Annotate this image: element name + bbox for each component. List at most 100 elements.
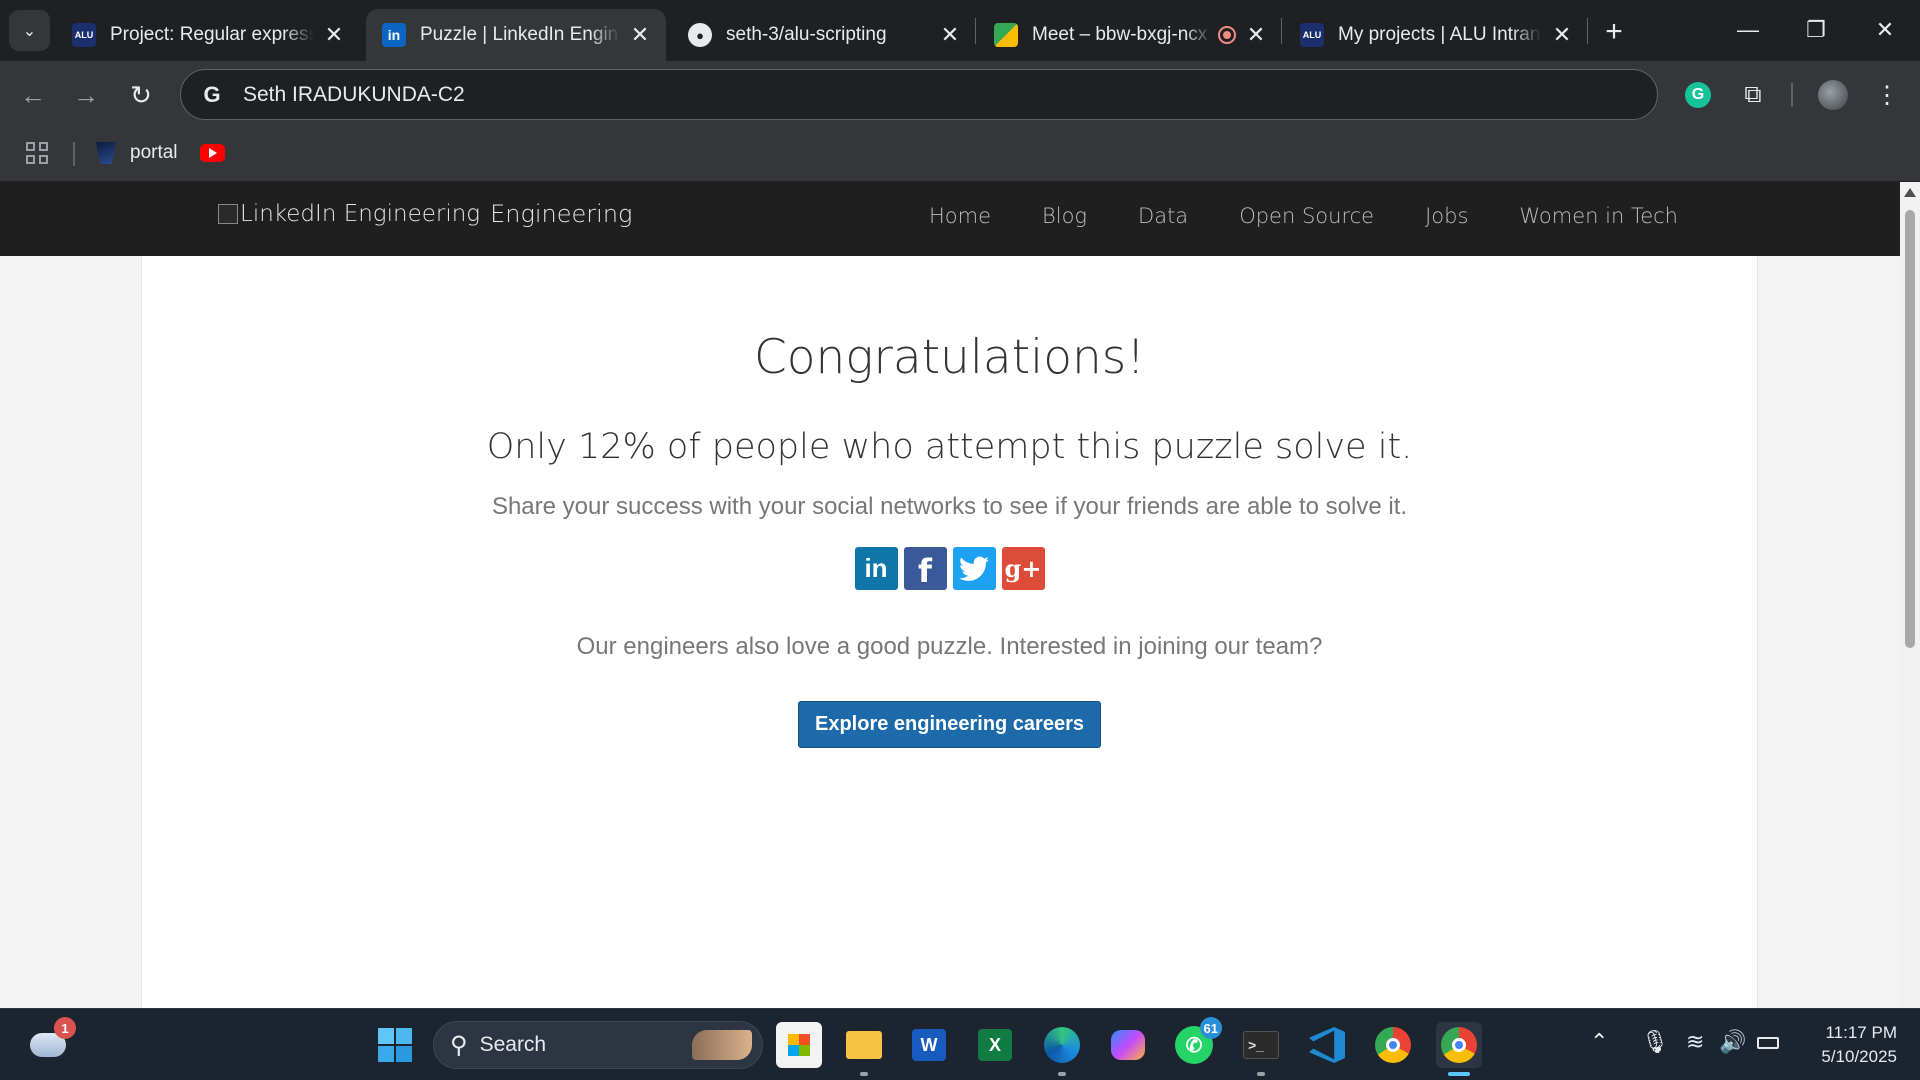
nav-link-home[interactable]: Home [929, 204, 991, 228]
chrome-profile-app-active[interactable] [1436, 1022, 1482, 1076]
scrollbar-thumb[interactable] [1905, 210, 1915, 648]
network-indicator[interactable]: ≋ [1686, 1029, 1704, 1055]
nav-link-open-source[interactable]: Open Source [1239, 204, 1374, 228]
close-tab-icon[interactable]: ✕ [628, 22, 652, 47]
nav-link-data[interactable]: Data [1138, 204, 1188, 228]
chrome-icon [1375, 1027, 1411, 1063]
excel-app[interactable]: X [972, 1022, 1018, 1068]
weather-widget[interactable]: 1 [25, 1017, 76, 1068]
wifi-icon: ≋ [1686, 1029, 1705, 1054]
alu-logo-icon: ALU [1300, 23, 1324, 47]
menu-button[interactable]: ⋮ [1868, 76, 1906, 114]
tab-separator [1587, 18, 1588, 44]
browser-toolbar: ← → ↻ G Seth IRADUKUNDA-C2 G ⧉ ⋮ [0, 61, 1920, 128]
linkedin-share-icon[interactable]: in [854, 547, 898, 590]
chrome-app[interactable] [1370, 1022, 1416, 1068]
volume-indicator[interactable]: 🔊 [1719, 1029, 1746, 1055]
edge-app[interactable] [1039, 1022, 1085, 1076]
puzzle-piece-icon: ⧉ [1744, 81, 1762, 108]
copilot-app[interactable] [1105, 1022, 1151, 1068]
grammarly-extension-button[interactable]: G [1679, 76, 1717, 114]
page-title: Congratulations! [753, 330, 1146, 385]
word-app[interactable]: W [906, 1022, 952, 1068]
close-tab-icon[interactable]: ✕ [1550, 22, 1574, 47]
microphone-icon: 🎙 [1641, 1029, 1669, 1054]
windows-taskbar: 1 ⚲ Search W X ✆ 61 >_ ⌃ 🎙 ≋ 🔊 11:17 PM … [0, 1008, 1920, 1080]
toolbar-divider [1791, 83, 1793, 107]
tab-separator [975, 18, 976, 44]
tab-linkedin-puzzle[interactable]: in Puzzle | LinkedIn Enginee ✕ [366, 9, 666, 61]
bookmark-portal[interactable]: portal [96, 138, 178, 168]
tab-search-button[interactable]: ⌄ [9, 10, 50, 51]
site-navbar: LinkedIn Engineering Engineering Home Bl… [0, 182, 1900, 256]
file-explorer-app[interactable] [841, 1022, 887, 1076]
reload-icon: ↻ [130, 79, 152, 110]
tab-title: Meet – bbw-bxgj-ncx [1032, 24, 1208, 45]
forward-button[interactable]: → [67, 76, 105, 114]
system-clock[interactable]: 11:17 PM 5/10/2025 [1821, 1021, 1897, 1069]
back-button[interactable]: ← [14, 76, 52, 114]
clock-time: 11:17 PM [1825, 1023, 1897, 1042]
facebook-share-icon[interactable]: f [903, 547, 947, 590]
tab-title: Puzzle | LinkedIn Enginee [420, 24, 620, 45]
tab-regex-project[interactable]: ALU Project: Regular expressio ✕ [56, 9, 360, 61]
logo-suffix: Engineering [490, 200, 633, 228]
whatsapp-app[interactable]: ✆ 61 [1171, 1017, 1222, 1068]
linkedin-icon: in [382, 23, 406, 47]
page-scrollbar[interactable] [1900, 182, 1920, 1008]
search-highlight-bird-icon [692, 1030, 752, 1060]
battery-indicator[interactable] [1757, 1029, 1779, 1055]
copilot-icon [1111, 1030, 1145, 1060]
profile-button[interactable] [1814, 76, 1852, 114]
close-window-button[interactable]: ✕ [1855, 10, 1915, 50]
extensions-button[interactable]: ⧉ [1734, 76, 1772, 114]
tab-alu-intranet[interactable]: ALU My projects | ALU Intrane ✕ [1284, 9, 1588, 61]
site-logo[interactable]: LinkedIn Engineering Engineering [218, 200, 632, 228]
excel-icon: X [978, 1029, 1012, 1061]
plus-icon: + [1605, 15, 1623, 48]
restore-button[interactable]: ❐ [1786, 10, 1846, 50]
taskbar-search-box[interactable]: ⚲ Search [433, 1021, 763, 1069]
tab-title: Project: Regular expressio [110, 24, 314, 45]
close-tab-icon[interactable]: ✕ [938, 22, 962, 47]
nav-link-women-in-tech[interactable]: Women in Tech [1519, 204, 1678, 228]
folder-icon [846, 1031, 882, 1059]
tab-github-repo[interactable]: ● seth-3/alu-scripting ✕ [672, 9, 976, 61]
close-tab-icon[interactable]: ✕ [322, 22, 346, 47]
bookmark-youtube[interactable] [200, 138, 225, 168]
terminal-app[interactable]: >_ [1238, 1022, 1284, 1076]
careers-prompt: Our engineers also love a good puzzle. I… [576, 633, 1323, 660]
logo-alt-text: LinkedIn Engineering [240, 201, 481, 227]
address-bar[interactable]: G Seth IRADUKUNDA-C2 [180, 69, 1658, 120]
chevron-down-icon: ⌄ [22, 22, 37, 40]
google-plus-share-icon[interactable]: g+ [1001, 547, 1045, 590]
avatar [1818, 80, 1848, 110]
microsoft-store-app[interactable] [776, 1022, 822, 1068]
chrome-profile-icon [1441, 1027, 1477, 1063]
bookmark-label: portal [130, 142, 178, 163]
taskbar-search-label: Search [479, 1033, 547, 1056]
tab-google-meet[interactable]: Meet – bbw-bxgj-ncx ✕ [978, 9, 1282, 61]
explore-careers-button[interactable]: Explore engineering careers [798, 701, 1101, 748]
arrow-left-icon: ← [20, 79, 46, 110]
twitter-share-icon[interactable] [952, 547, 996, 590]
nav-link-blog[interactable]: Blog [1042, 204, 1087, 228]
vscode-app[interactable] [1304, 1022, 1350, 1068]
new-tab-button[interactable]: + [1596, 14, 1632, 50]
clock-date: 5/10/2025 [1821, 1047, 1897, 1066]
restore-icon: ❐ [1806, 17, 1826, 42]
nav-link-jobs[interactable]: Jobs [1425, 204, 1468, 228]
speaker-icon: 🔊 [1719, 1029, 1747, 1054]
close-tab-icon[interactable]: ✕ [1244, 22, 1268, 47]
content-card: Congratulations! Only 12% of people who … [141, 256, 1758, 1008]
apps-button[interactable] [26, 138, 48, 168]
show-hidden-icons-button[interactable]: ⌃ [1590, 1029, 1608, 1055]
minimize-icon: — [1737, 17, 1759, 42]
apps-grid-icon [26, 142, 48, 164]
microphone-indicator[interactable]: 🎙 [1641, 1029, 1669, 1055]
reload-button[interactable]: ↻ [122, 76, 160, 114]
start-button[interactable] [372, 1022, 418, 1068]
store-icon [788, 1034, 810, 1056]
minimize-button[interactable]: — [1718, 10, 1778, 50]
scroll-up-arrow-icon[interactable] [1904, 188, 1916, 197]
